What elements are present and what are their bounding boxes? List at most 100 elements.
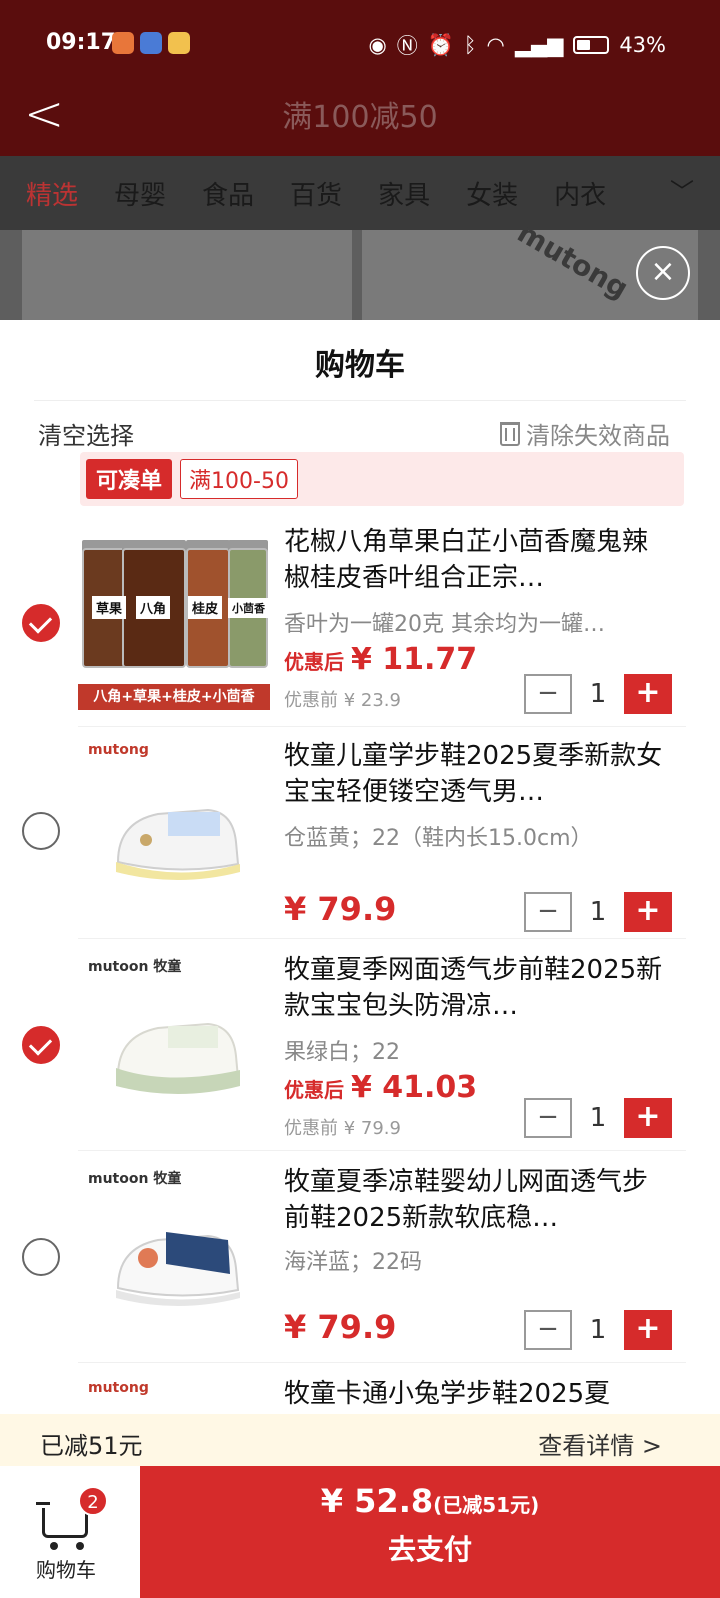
savings-bar: 已减51元 查看详情 > [0,1414,720,1466]
quantity-value: 1 [589,679,607,709]
cart-button[interactable]: 2 购物车 [36,1486,116,1586]
price-after-label: 优惠后 [284,650,344,674]
battery-icon [573,36,610,54]
pay-label: 去支付 [387,1533,472,1566]
price-after-label: 优惠后 [284,1078,344,1102]
divider [78,726,686,727]
cart-icon [42,1508,88,1538]
price-before-discount: 优惠前 ¥ 23.9 [284,690,401,711]
decrease-button[interactable]: − [524,674,572,714]
quantity-stepper: − 1 + [524,1310,672,1350]
product-variant[interactable]: 香叶为一罐20克 其余均为一罐… [284,606,672,638]
increase-button[interactable]: + [624,674,672,714]
5g-signal-icon: ▂▄▆ [514,33,564,57]
shoe-image [116,1232,240,1306]
nfc-icon: Ⓝ [396,34,418,58]
quantity-stepper: − 1 + [524,892,672,932]
pay-total: ¥ 52.8(已减51元) [140,1482,720,1520]
increase-button[interactable]: + [624,1098,672,1138]
battery-percent: 43% [619,33,666,57]
product-image: 草果 八角 桂皮 小茴香 八角+草果+桂皮+小茴香 [78,518,270,710]
divider [78,1362,686,1363]
clear-invalid-label: 清除失效商品 [526,422,670,450]
brand-logo: mutoon 牧童 [88,1171,182,1187]
cart-icon-part [76,1542,84,1550]
wifi-icon: ◠ [486,33,505,57]
cart-count-badge: 2 [78,1486,108,1516]
cart-icon-part [36,1502,50,1505]
quantity-stepper: − 1 + [524,674,672,714]
product-variant[interactable]: 海洋蓝；22码 [284,1244,672,1276]
tab-maternity[interactable]: 母婴 [114,175,166,212]
promo-bar: 可凑单 满100-50 [80,452,684,506]
jar-label: 八角 [136,596,171,619]
app-notification-icon [140,32,162,54]
chevron-down-icon[interactable]: ﹀ [670,172,694,207]
product-image: mutoon 牧童 [78,946,270,1138]
promo-rule: 满100-50 [180,459,298,499]
decrease-button[interactable]: − [524,1098,572,1138]
product-title[interactable]: 牧童夏季凉鞋婴幼儿网面透气步前鞋2025新款软底稳… [284,1164,672,1236]
cart-item: mutoon 牧童 牧童夏季网面透气步前鞋2025新款宝宝包头防滑凉… 果绿白；… [0,946,720,1158]
increase-button[interactable]: + [624,1310,672,1350]
divider [78,938,686,939]
status-indicators: ◉ Ⓝ ⏰ ᛒ ◠ ▂▄▆ 43% [368,30,666,60]
sheet-title: 购物车 [315,348,405,383]
price-after-amount: ¥ 41.03 [350,1070,478,1105]
cart-icon-part [50,1542,58,1550]
jar-label: 桂皮 [188,596,223,619]
divider [78,1150,686,1151]
savings-amount: 已减51元 [40,1432,143,1460]
jar-label: 小茴香 [228,598,269,618]
alarm-icon: ⏰ [427,32,454,57]
increase-button[interactable]: + [624,892,672,932]
decrease-button[interactable]: − [524,1310,572,1350]
eye-icon: ◉ [368,33,387,57]
item-checkbox[interactable] [22,1026,60,1064]
category-tabs: 精选 母婴 食品 百货 家具 女装 内衣 [0,156,720,230]
view-details-link[interactable]: 查看详情 > [538,1426,662,1461]
item-checkbox[interactable] [22,1238,60,1276]
tab-furniture[interactable]: 家具 [378,175,430,212]
clear-selection-button[interactable]: 清空选择 [38,416,134,451]
pay-button[interactable]: ¥ 52.8(已减51元) 去支付 [140,1466,720,1598]
background-product-image [22,230,352,320]
cart-sheet: 购物车 清空选择 清除失效商品 可凑单 满100-50 草果 八角 桂皮 小茴香… [0,320,720,1598]
product-title[interactable]: 花椒八角草果白芷小茴香魔鬼辣椒桂皮香叶组合正宗… [284,524,672,596]
product-variant[interactable]: 仓蓝黄；22（鞋内长15.0cm） [284,820,672,852]
price-after-discount: 优惠后 ¥ 11.77 [284,642,477,677]
pay-total-amount: ¥ 52.8 [320,1482,434,1520]
checkout-bar: 2 购物车 ¥ 52.8(已减51元) 去支付 [0,1466,720,1598]
status-bar: 09:17 ◉ Ⓝ ⏰ ᛒ ◠ ▂▄▆ 43% [0,0,720,88]
product-variant[interactable]: 果绿白；22 [284,1034,672,1066]
price-amount: ¥ 79.9 [284,890,397,928]
price-amount: ¥ 79.9 [284,1308,397,1346]
product-title[interactable]: 牧童卡通小兔学步鞋2025夏 [284,1376,672,1414]
product-title[interactable]: 牧童夏季网面透气步前鞋2025新款宝宝包头防滑凉… [284,952,672,1024]
clear-invalid-button[interactable]: 清除失效商品 [500,416,670,451]
status-time: 09:17 [46,30,117,55]
close-icon[interactable]: × [636,246,690,300]
tab-food[interactable]: 食品 [202,175,254,212]
tab-featured[interactable]: 精选 [26,175,78,212]
item-checkbox[interactable] [22,604,60,642]
product-image: mutong [78,1370,270,1414]
status-app-icons [112,32,190,54]
item-checkbox[interactable] [22,812,60,850]
quantity-value: 1 [589,897,607,927]
tab-womenswear[interactable]: 女装 [466,175,518,212]
price-after-amount: ¥ 11.77 [350,642,478,677]
cart-item: mutoon 牧童 牧童夏季凉鞋婴幼儿网面透气步前鞋2025新款软底稳… 海洋蓝… [0,1158,720,1370]
app-notification-icon [112,32,134,54]
decrease-button[interactable]: − [524,892,572,932]
promo-tag[interactable]: 可凑单 [86,459,173,499]
brand-logo: mutong [88,742,149,758]
product-price: ¥ 79.9 [284,890,396,928]
app-notification-icon [168,32,190,54]
shoe-image [116,808,240,880]
tab-underwear[interactable]: 内衣 [554,175,606,212]
tab-general[interactable]: 百货 [290,175,342,212]
quantity-stepper: − 1 + [524,1098,672,1138]
product-title[interactable]: 牧童儿童学步鞋2025夏季新款女宝宝轻便镂空透气男… [284,738,672,810]
cart-item: 草果 八角 桂皮 小茴香 八角+草果+桂皮+小茴香 花椒八角草果白芷小茴香魔鬼辣… [0,518,720,730]
